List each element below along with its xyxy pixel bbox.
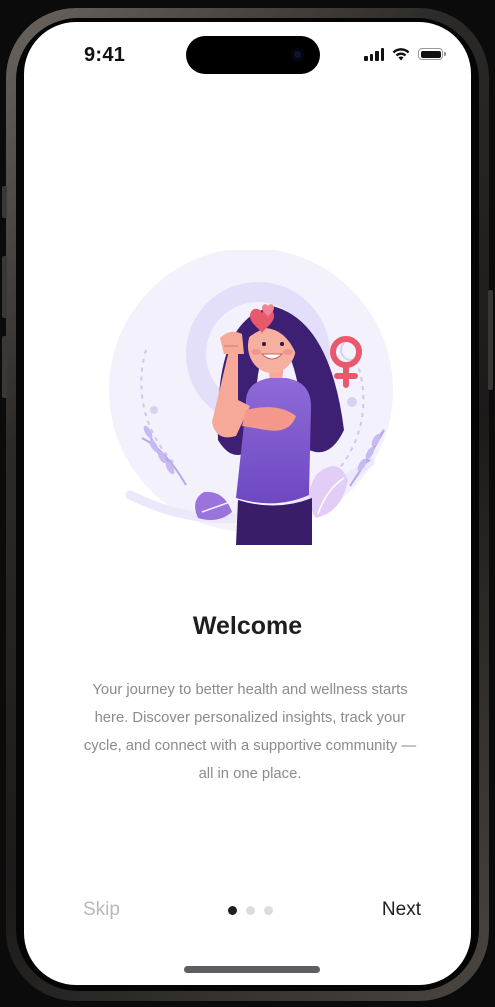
volume-up-button: [2, 256, 7, 318]
page-dot-1-active: [228, 906, 237, 915]
volume-down-button: [2, 336, 7, 398]
home-indicator[interactable]: [184, 966, 320, 973]
page-indicator: [228, 906, 273, 915]
status-icons: [364, 46, 446, 62]
battery-icon: [418, 48, 446, 60]
camera-icon: [291, 48, 304, 61]
cellular-signal-icon: [364, 47, 384, 61]
app-screen: 9:41 Welcome Your journey to better heal…: [24, 22, 471, 985]
status-bar: 9:41: [24, 22, 471, 86]
next-button[interactable]: Next: [382, 899, 421, 921]
page-dot-3: [264, 906, 273, 915]
onboarding-description: Your journey to better health and wellne…: [83, 682, 417, 782]
skip-button[interactable]: Skip: [83, 899, 120, 921]
action-button: [2, 186, 7, 218]
dynamic-island: [186, 36, 320, 74]
onboarding-title: Welcome: [192, 612, 303, 640]
status-time: 9:41: [84, 44, 126, 66]
wifi-icon: [392, 48, 410, 61]
woman-flexing-arm-with-female-symbol-illustration: [109, 250, 393, 545]
page-dot-2: [246, 906, 255, 915]
power-button: [488, 290, 493, 390]
